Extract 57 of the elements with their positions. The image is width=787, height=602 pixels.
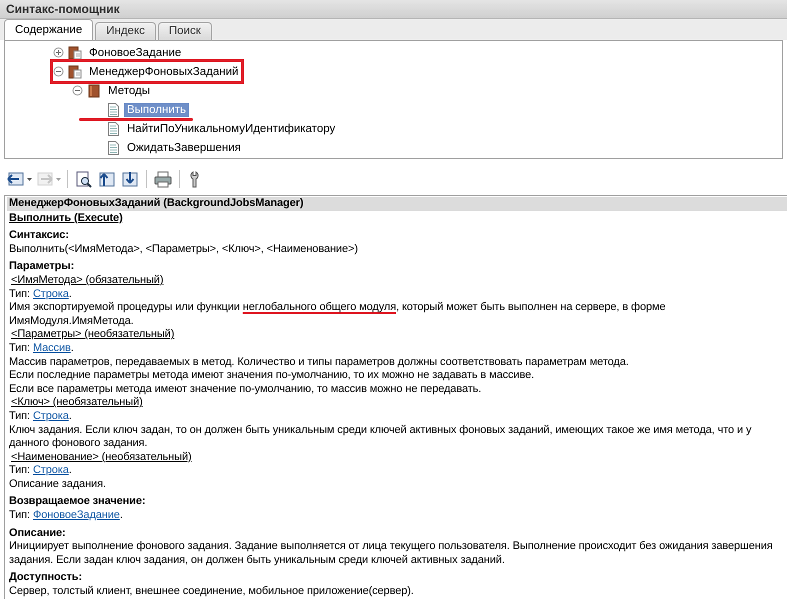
tree-item[interactable]: Методы: [105, 84, 153, 98]
method-title: Выполнить (Execute): [9, 212, 123, 226]
window-title: Синтакс-помощник: [6, 2, 120, 16]
dropdown-caret-icon: [56, 178, 61, 180]
parameter-name: <Ключ> (необязательный): [10, 396, 143, 410]
type-link[interactable]: Строка: [32, 464, 69, 476]
description-text: Сервер, толстый клиент, внешнее соединение, мобильное приложение(сервер).: [9, 585, 415, 599]
section-heading: Параметры:: [9, 260, 76, 274]
description-text: Если все параметры метода имеют значение по-умолчанию, то массив можно не передавать.: [9, 382, 482, 396]
description-text: Инициирует выполнение фонового задания. Задание выполняется от лица текущего пользователя. Выполнение происходит без ожидания завершения задания. Если задан ключ задания, он должен быть уникальным среди ключей активных заданий.: [9, 540, 774, 568]
description-text: Ключ задания. Если ключ задан, то он должен быть уникальным среди ключей активных фоновых заданий, имеющих такое же имя метода, что и у данного фонового задания.: [9, 424, 752, 451]
description-text: Имя экспортируемой процедуры или функции неглобального общего модуля, который может быть выполнен на сервере, в форме ИмяМодуля.ИмяМетода.: [9, 301, 666, 328]
tree-item[interactable]: НайтиПоУникальномуИдентификатору: [124, 122, 338, 136]
parameter-name: <ИмяМетода> (обязательный): [10, 274, 164, 288]
section-heading: Описание:: [9, 526, 67, 540]
description-text: Выполнить(<ИмяМетода>, <Параметры>, <Ключ>, <Наименование>): [9, 242, 359, 256]
type-line: Тип: Массив.: [9, 342, 75, 356]
parameter-name: <Параметры> (необязательный): [10, 328, 174, 342]
tree-item[interactable]: ФоновоеЗадание: [86, 46, 184, 60]
type-link[interactable]: Массив: [32, 342, 71, 354]
tree-item[interactable]: ОжидатьЗавершения: [124, 140, 244, 154]
printer-icon: [153, 170, 173, 188]
type-line: Тип: ФоновоеЗадание.: [9, 509, 124, 523]
up-button[interactable]: [97, 170, 117, 188]
sync-button[interactable]: [120, 170, 140, 188]
book-page-icon: [68, 46, 82, 60]
type-link[interactable]: Строка: [32, 410, 69, 422]
find-button[interactable]: [74, 170, 94, 188]
type-line: Тип: Строка.: [9, 464, 73, 478]
tab[interactable]: Поиск: [158, 22, 212, 40]
section-heading: Синтаксис:: [9, 229, 70, 243]
page-icon: [106, 102, 120, 116]
back-button[interactable]: [6, 170, 32, 188]
tab[interactable]: Индекс: [95, 22, 156, 40]
dropdown-caret-icon: [27, 178, 32, 180]
description-text: Описание задания.: [9, 478, 107, 492]
description-text: Массив параметров, передаваемых в метод. Количество и типы параметров должны соответствовать параметрам метода.: [9, 356, 630, 370]
tab[interactable]: Содержание: [4, 19, 94, 40]
page-icon: [106, 122, 120, 136]
type-line: Тип: Строка.: [9, 288, 73, 302]
collapse-icon[interactable]: [53, 66, 64, 77]
tree-item[interactable]: МенеджерФоновыхЗаданий: [86, 64, 242, 78]
description-text: Если последние параметры метода имеют значения по-умолчанию, то их можно не задавать в массиве.: [9, 369, 536, 383]
type-link[interactable]: Строка: [32, 288, 69, 300]
section-heading: Возвращаемое значение:: [9, 495, 146, 510]
type-link[interactable]: ФоновоеЗадание: [32, 509, 120, 522]
find-page-icon: [74, 170, 94, 188]
page-icon: [106, 140, 120, 154]
collapse-icon[interactable]: [72, 85, 83, 96]
expand-icon[interactable]: [53, 47, 64, 58]
section-heading: Доступность:: [9, 571, 84, 586]
object-header: МенеджерФоновыхЗаданий (BackgroundJobsManager): [7, 197, 787, 211]
book-page-icon: [68, 64, 82, 78]
parameter-name: <Наименование> (необязательный): [10, 450, 192, 464]
type-line: Тип: Строка.: [9, 410, 73, 424]
book-icon: [87, 84, 101, 98]
print-button[interactable]: [153, 170, 173, 188]
